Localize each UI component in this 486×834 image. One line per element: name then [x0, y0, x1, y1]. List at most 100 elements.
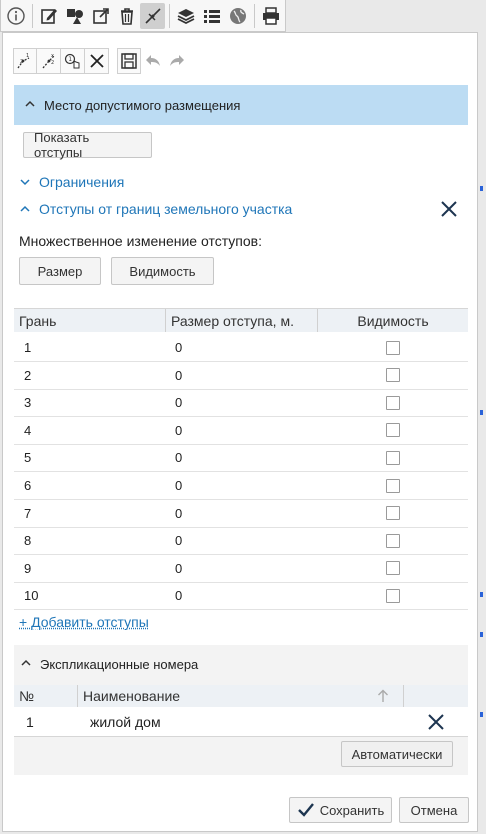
cancel-button[interactable]: Отмена: [399, 797, 469, 823]
sort-up-arrow-icon[interactable]: [377, 689, 389, 703]
table-row[interactable]: 10: [14, 334, 468, 362]
indent-size-cell[interactable]: 0: [171, 588, 318, 603]
visibility-cell: [318, 395, 468, 410]
visibility-cell: [318, 478, 468, 493]
table-row[interactable]: 40: [14, 417, 468, 445]
table-row[interactable]: 70: [14, 500, 468, 528]
indents-toggle[interactable]: Отступы от границ земельного участка: [19, 199, 292, 219]
explication-row-number: 1: [26, 713, 34, 730]
explication-title: Экспликационные номера: [40, 656, 199, 672]
delete-row-icon[interactable]: [404, 712, 468, 732]
undo-icon[interactable]: [141, 48, 165, 74]
table-row[interactable]: 90: [14, 555, 468, 583]
column-header-size[interactable]: Размер отступа, м.: [166, 309, 318, 332]
add-indents-link[interactable]: + Добавить отступы: [19, 614, 149, 630]
visibility-checkbox[interactable]: [386, 450, 400, 465]
explication-header[interactable]: Экспликационные номера: [14, 645, 468, 683]
svg-text:2: 2: [51, 60, 54, 66]
visibility-checkbox[interactable]: [386, 395, 400, 410]
edge-cell: 2: [24, 367, 32, 383]
save-button[interactable]: Сохранить: [289, 797, 392, 823]
map-parcel-edge-marker: [480, 410, 483, 415]
measure-icon[interactable]: [140, 2, 165, 29]
edit-panel: 12 x2 1 Место допустимого размещения Пок…: [2, 32, 478, 832]
restrictions-label: Ограничения: [39, 174, 125, 190]
visibility-checkbox[interactable]: [386, 340, 400, 355]
toolbar-separator: [32, 3, 33, 28]
auto-number-button[interactable]: Автоматически: [341, 741, 453, 767]
column-header-number[interactable]: №: [14, 685, 78, 707]
edge-cell: 5: [24, 450, 32, 466]
visibility-checkbox[interactable]: [386, 478, 400, 493]
svg-text:2: 2: [20, 59, 23, 65]
svg-text:1: 1: [26, 53, 29, 59]
pointer-number-icon[interactable]: 1: [61, 48, 85, 74]
edge-cell: 7: [24, 505, 32, 521]
info-icon[interactable]: [3, 3, 28, 29]
indent-size-cell[interactable]: 0: [171, 450, 318, 465]
close-indents-icon[interactable]: [438, 198, 460, 220]
indent-size-cell[interactable]: 0: [171, 478, 318, 493]
visibility-cell: [318, 533, 468, 548]
shapes-icon[interactable]: [62, 3, 87, 29]
visibility-checkbox[interactable]: [386, 506, 400, 521]
svg-text:1: 1: [68, 56, 72, 63]
explication-row-name[interactable]: жилой дом: [82, 714, 404, 730]
table-row[interactable]: 20: [14, 362, 468, 390]
vertex-move-icon[interactable]: x2: [37, 48, 61, 74]
save-icon[interactable]: [117, 48, 141, 74]
table-row[interactable]: 50: [14, 444, 468, 473]
visibility-button[interactable]: Видимость: [111, 257, 214, 285]
explication-table-header: № Наименование: [14, 685, 468, 707]
vertex-edit-icon[interactable]: 12: [13, 48, 37, 74]
chevron-up-icon: [20, 657, 34, 671]
column-header-visibility[interactable]: Видимость: [318, 309, 468, 332]
visibility-cell: [318, 423, 468, 438]
indents-table-header: Грань Размер отступа, м. Видимость: [14, 308, 468, 332]
list-icon[interactable]: [199, 3, 224, 29]
visibility-checkbox[interactable]: [386, 561, 400, 576]
globe-icon[interactable]: [225, 3, 250, 29]
column-header-edge[interactable]: Грань: [14, 309, 166, 332]
indent-size-cell[interactable]: 0: [171, 368, 318, 383]
visibility-cell: [318, 561, 468, 576]
restrictions-toggle[interactable]: Ограничения: [19, 172, 124, 192]
column-header-actions: [404, 685, 468, 707]
table-row[interactable]: 60: [14, 472, 468, 500]
size-button[interactable]: Размер: [19, 257, 101, 285]
placement-section-header[interactable]: Место допустимого размещения: [14, 85, 468, 125]
redo-icon[interactable]: [165, 48, 189, 74]
visibility-checkbox[interactable]: [386, 423, 400, 438]
indent-size-cell[interactable]: 0: [171, 340, 318, 355]
visibility-checkbox[interactable]: [386, 588, 400, 603]
indent-size-cell[interactable]: 0: [171, 395, 318, 410]
table-row[interactable]: 80: [14, 527, 468, 556]
edge-cell: 8: [24, 533, 32, 549]
table-row[interactable]: 30: [14, 389, 468, 418]
chevron-down-icon: [19, 175, 33, 189]
edge-cell: 10: [24, 588, 39, 604]
indent-size-cell[interactable]: 0: [171, 506, 318, 521]
main-toolbar: [0, 0, 286, 32]
map-parcel-edge-marker: [480, 186, 483, 191]
table-row[interactable]: 10 0: [14, 582, 468, 611]
export-icon[interactable]: [88, 3, 113, 29]
map-parcel-edge-marker: [480, 712, 483, 717]
visibility-cell: [318, 506, 468, 521]
checkmark-icon: [297, 803, 314, 817]
layers-icon[interactable]: [173, 3, 198, 29]
visibility-checkbox[interactable]: [386, 368, 400, 383]
edge-cell: 4: [24, 422, 32, 438]
edge-cell: 3: [24, 395, 32, 411]
trash-icon[interactable]: [114, 3, 139, 29]
column-header-name[interactable]: Наименование: [78, 685, 404, 707]
print-icon[interactable]: [258, 3, 283, 29]
edit-icon[interactable]: [36, 3, 61, 29]
visibility-checkbox[interactable]: [386, 533, 400, 548]
indent-size-cell[interactable]: 0: [171, 423, 318, 438]
indent-size-cell[interactable]: 0: [171, 561, 318, 576]
indents-title: Отступы от границ земельного участка: [39, 201, 293, 217]
show-indents-button[interactable]: Показать отступы: [23, 130, 152, 160]
close-icon[interactable]: [85, 48, 109, 74]
indent-size-cell[interactable]: 0: [171, 533, 318, 548]
